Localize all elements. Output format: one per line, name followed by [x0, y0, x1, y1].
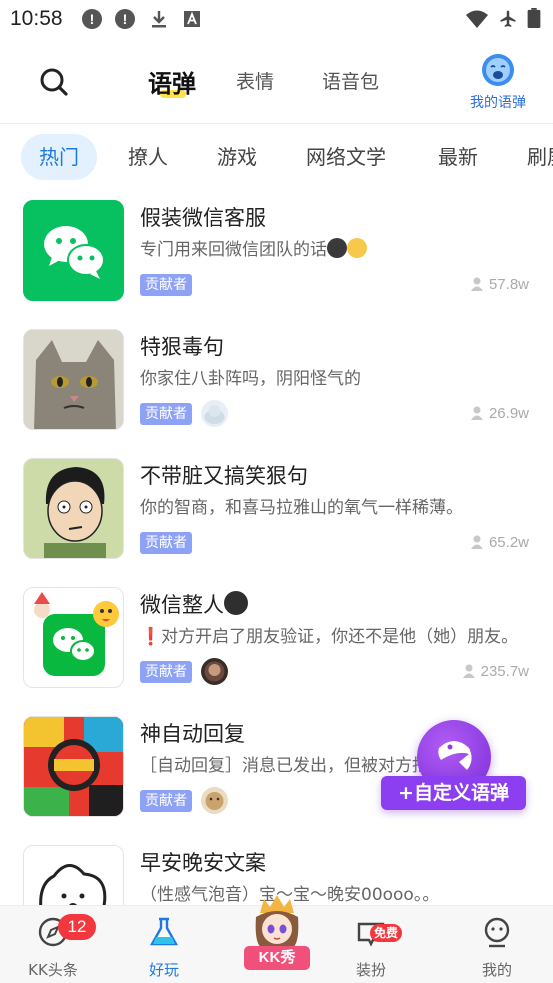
list-item[interactable]: 假装微信客服 专门用来回微信团队的话 贡献者 57.8w: [0, 190, 553, 319]
wechat-thumbnail: [23, 200, 124, 301]
item-title: 神自动回复: [140, 722, 245, 746]
emoji-icon: [327, 238, 347, 258]
kk-show-label: KK秀: [244, 946, 310, 970]
tab-label: 好玩: [148, 961, 179, 979]
contributor-badge: 贡献者: [140, 790, 192, 812]
my-yudan-button[interactable]: 我的语弹: [462, 52, 534, 112]
item-desc: ❗对方开启了朋友验证，你还不是他（她）朋友。: [140, 627, 519, 647]
custom-yudan-button[interactable]: +自定义语弹: [381, 720, 526, 812]
category-wangluo-wenxue[interactable]: 网络文学: [306, 134, 386, 180]
category-hot[interactable]: 热门: [21, 134, 97, 180]
tab-kk-show[interactable]: KK秀: [242, 893, 312, 973]
tab-yudan[interactable]: 语弹: [148, 64, 196, 99]
profile-icon: [484, 917, 510, 948]
contributor-badge: 贡献者: [140, 274, 192, 296]
item-title: 不带脏又搞笑狠句: [140, 464, 308, 488]
tab-yuyinbao[interactable]: 语音包: [322, 67, 379, 94]
use-count: 57.8w: [470, 276, 529, 293]
stickers-image: [24, 717, 123, 816]
contributor-badge: 贡献者: [140, 532, 192, 554]
airplane-icon: [500, 10, 516, 27]
item-desc: 你家住八卦阵吗，阴阳怪气的: [140, 369, 361, 389]
cat-thumbnail: [23, 329, 124, 430]
alert-icon: !: [115, 9, 135, 29]
list-item[interactable]: 特狠毒句 你家住八卦阵吗，阴阳怪气的 贡献者 26.9w: [0, 319, 553, 448]
cartoon-thumbnail: [23, 458, 124, 559]
item-title: 假装微信客服: [140, 206, 266, 230]
list-item[interactable]: 微信整人 ❗对方开启了朋友验证，你还不是他（她）朋友。 贡献者 235.7w: [0, 577, 553, 706]
free-badge: 免费: [370, 924, 403, 942]
contributor-avatar: [201, 787, 228, 814]
item-desc: 你的智商，和喜马拉雅山的氧气一样稀薄。: [140, 498, 463, 518]
top-navigation: 语弹 表情 语音包 我的语弹: [0, 38, 553, 124]
category-shuaping[interactable]: 刷屏: [527, 134, 553, 180]
tab-label: 我的: [481, 961, 512, 979]
alert-icon: !: [82, 9, 102, 29]
item-desc: （性感气泡音）宝～宝～晚安00ooo。。: [140, 885, 440, 905]
tab-zhuangban[interactable]: 免费 装扮: [326, 906, 416, 983]
wechat-prank-image: [34, 592, 119, 676]
item-title: 特狠毒句: [140, 335, 224, 359]
download-icon: [152, 11, 166, 28]
category-youxi[interactable]: 游戏: [217, 134, 257, 180]
dark-avatar-image: [204, 661, 225, 682]
dog-sketch-thumbnail: [23, 845, 124, 905]
use-count: 26.9w: [470, 405, 529, 422]
anime-avatar-icon: [255, 895, 299, 949]
category-liaoren[interactable]: 撩人: [128, 134, 168, 180]
person-icon: [470, 535, 483, 549]
unread-badge: 12: [58, 914, 96, 940]
fab-label: +自定义语弹: [381, 776, 526, 810]
person-icon: [470, 406, 483, 420]
my-yudan-label: 我的语弹: [470, 95, 526, 111]
tab-label: 装扮: [355, 961, 386, 979]
category-zuixin[interactable]: 最新: [438, 134, 478, 180]
contributor-avatar: [201, 400, 228, 427]
battery-icon: [527, 8, 541, 28]
category-bar: 热门 撩人 游戏 网络文学 最新 刷屏: [0, 124, 553, 190]
flask-icon: [149, 917, 179, 946]
status-bar: 10:58 ! !: [0, 0, 553, 38]
use-count: 235.7w: [462, 663, 529, 680]
tab-biaoqing[interactable]: 表情: [236, 67, 274, 94]
person-icon: [462, 664, 475, 678]
emoji-icon: [224, 591, 248, 615]
item-title: 微信整人: [140, 589, 248, 619]
snow-avatar-image: [204, 405, 225, 424]
tab-kk-toutiao[interactable]: 12 KK头条: [8, 906, 98, 983]
item-desc: 专门用来回微信团队的话: [140, 235, 532, 260]
tab-label: KK头条: [28, 961, 78, 979]
wechat-icon: [44, 226, 105, 279]
tab-wode[interactable]: 我的: [452, 906, 542, 983]
person-icon: [470, 277, 483, 291]
contributor-badge: 贡献者: [140, 403, 192, 425]
contributor-avatar: [201, 658, 228, 685]
cartoon-image: [24, 459, 123, 558]
contributor-badge: 贡献者: [140, 661, 192, 683]
use-count: 65.2w: [470, 534, 529, 551]
search-icon[interactable]: [38, 66, 70, 98]
status-time: 10:58: [10, 7, 63, 30]
dog-avatar-image: [205, 792, 224, 810]
font-icon: [184, 11, 200, 27]
stickers-thumbnail: [23, 716, 124, 817]
tab-haowan[interactable]: 好玩: [119, 906, 209, 983]
dog-sketch-image: [39, 864, 107, 905]
list-item[interactable]: 不带脏又搞笑狠句 你的智商，和喜马拉雅山的氧气一样稀薄。 贡献者 65.2w: [0, 448, 553, 577]
emoji-icon: [347, 238, 367, 258]
wechat-prank-thumbnail: [23, 587, 124, 688]
wifi-icon: [466, 10, 488, 28]
my-yudan-icon: [482, 54, 514, 86]
item-title: 早安晚安文案: [140, 851, 266, 875]
cat-image: [24, 330, 123, 429]
